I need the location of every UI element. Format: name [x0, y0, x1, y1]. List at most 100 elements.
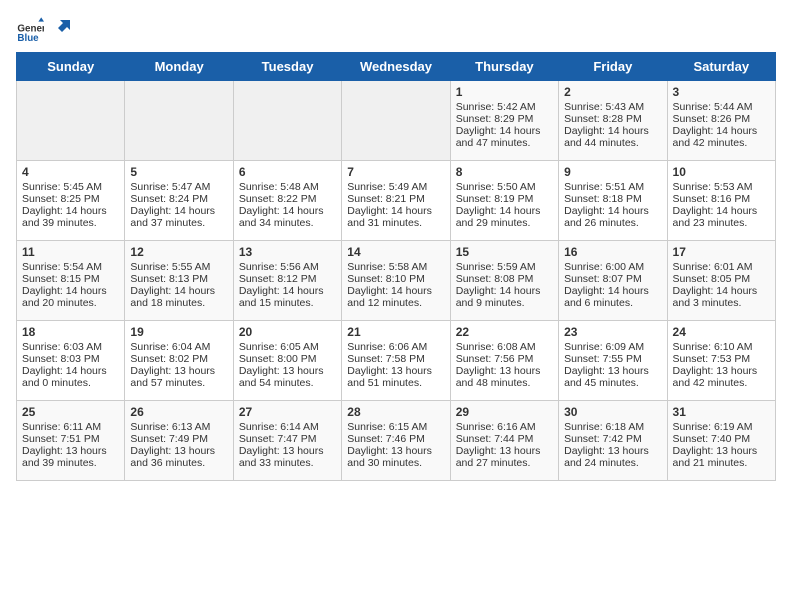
- cell-content: Daylight: 14 hours and 39 minutes.: [22, 205, 119, 229]
- day-number: 2: [564, 85, 661, 99]
- cell-content: Sunrise: 6:04 AM: [130, 341, 227, 353]
- calendar-cell: 12Sunrise: 5:55 AMSunset: 8:13 PMDayligh…: [125, 241, 233, 321]
- cell-content: Daylight: 14 hours and 0 minutes.: [22, 365, 119, 389]
- day-number: 9: [564, 165, 661, 179]
- cell-content: Sunrise: 6:14 AM: [239, 421, 336, 433]
- calendar-cell: 1 Sunrise: 5:42 AMSunset: 8:29 PMDaylight…: [450, 81, 558, 161]
- day-number: 17: [673, 245, 770, 259]
- cell-content: Daylight: 14 hours and 12 minutes.: [347, 285, 444, 309]
- cell-content: Sunrise: 5:54 AM: [22, 261, 119, 273]
- cell-content: Daylight: 14 hours and 44 minutes.: [564, 125, 661, 149]
- cell-content: Sunrise: 6:18 AM: [564, 421, 661, 433]
- cell-content: Sunset: 8:10 PM: [347, 273, 444, 285]
- calendar-cell: 18Sunrise: 6:03 AMSunset: 8:03 PMDayligh…: [17, 321, 125, 401]
- cell-content: Sunrise: 6:00 AM: [564, 261, 661, 273]
- cell-content: Sunset: 8:29 PM: [456, 113, 553, 125]
- day-number: 29: [456, 405, 553, 419]
- day-number: 19: [130, 325, 227, 339]
- cell-content: Daylight: 14 hours and 23 minutes.: [673, 205, 770, 229]
- cell-content: Sunrise: 6:05 AM: [239, 341, 336, 353]
- cell-content: Sunset: 8:28 PM: [564, 113, 661, 125]
- calendar-cell: 26Sunrise: 6:13 AMSunset: 7:49 PMDayligh…: [125, 401, 233, 481]
- cell-content: Sunset: 8:25 PM: [22, 193, 119, 205]
- cell-content: Daylight: 13 hours and 54 minutes.: [239, 365, 336, 389]
- calendar-cell: 6Sunrise: 5:48 AMSunset: 8:22 PMDaylight…: [233, 161, 341, 241]
- cell-content: Sunset: 7:56 PM: [456, 353, 553, 365]
- cell-content: Sunset: 8:18 PM: [564, 193, 661, 205]
- day-number: 7: [347, 165, 444, 179]
- header-day-sunday: Sunday: [17, 53, 125, 81]
- cell-content: Sunset: 8:15 PM: [22, 273, 119, 285]
- day-number: 26: [130, 405, 227, 419]
- calendar-cell: 13Sunrise: 5:56 AMSunset: 8:12 PMDayligh…: [233, 241, 341, 321]
- cell-content: Daylight: 13 hours and 42 minutes.: [673, 365, 770, 389]
- cell-content: Sunset: 8:12 PM: [239, 273, 336, 285]
- cell-content: Sunset: 8:22 PM: [239, 193, 336, 205]
- cell-content: Sunrise: 5:42 AM: [456, 101, 553, 113]
- cell-content: Sunrise: 5:50 AM: [456, 181, 553, 193]
- calendar-cell: 22Sunrise: 6:08 AMSunset: 7:56 PMDayligh…: [450, 321, 558, 401]
- cell-content: Sunrise: 6:13 AM: [130, 421, 227, 433]
- day-number: 24: [673, 325, 770, 339]
- calendar-cell: 10Sunrise: 5:53 AMSunset: 8:16 PMDayligh…: [667, 161, 775, 241]
- header-day-wednesday: Wednesday: [342, 53, 450, 81]
- calendar-cell: 5Sunrise: 5:47 AMSunset: 8:24 PMDaylight…: [125, 161, 233, 241]
- cell-content: Sunrise: 5:48 AM: [239, 181, 336, 193]
- cell-content: Daylight: 14 hours and 31 minutes.: [347, 205, 444, 229]
- day-number: 31: [673, 405, 770, 419]
- cell-content: Sunrise: 6:19 AM: [673, 421, 770, 433]
- day-number: 12: [130, 245, 227, 259]
- day-number: 11: [22, 245, 119, 259]
- header: General Blue: [16, 16, 776, 44]
- day-number: 1: [456, 85, 553, 99]
- week-row-2: 4Sunrise: 5:45 AMSunset: 8:25 PMDaylight…: [17, 161, 776, 241]
- cell-content: Daylight: 13 hours and 57 minutes.: [130, 365, 227, 389]
- cell-content: Sunset: 8:24 PM: [130, 193, 227, 205]
- cell-content: Sunset: 7:49 PM: [130, 433, 227, 445]
- calendar-cell: 28Sunrise: 6:15 AMSunset: 7:46 PMDayligh…: [342, 401, 450, 481]
- cell-content: Sunset: 7:58 PM: [347, 353, 444, 365]
- cell-content: Sunrise: 5:47 AM: [130, 181, 227, 193]
- calendar-cell: 3Sunrise: 5:44 AMSunset: 8:26 PMDaylight…: [667, 81, 775, 161]
- cell-content: Sunset: 8:00 PM: [239, 353, 336, 365]
- calendar-cell: 25Sunrise: 6:11 AMSunset: 7:51 PMDayligh…: [17, 401, 125, 481]
- day-number: 28: [347, 405, 444, 419]
- calendar-cell: [17, 81, 125, 161]
- calendar-cell: 15Sunrise: 5:59 AMSunset: 8:08 PMDayligh…: [450, 241, 558, 321]
- calendar-cell: 27Sunrise: 6:14 AMSunset: 7:47 PMDayligh…: [233, 401, 341, 481]
- calendar-cell: 23Sunrise: 6:09 AMSunset: 7:55 PMDayligh…: [559, 321, 667, 401]
- day-number: 5: [130, 165, 227, 179]
- calendar-cell: 17Sunrise: 6:01 AMSunset: 8:05 PMDayligh…: [667, 241, 775, 321]
- cell-content: Sunset: 8:05 PM: [673, 273, 770, 285]
- cell-content: Daylight: 13 hours and 30 minutes.: [347, 445, 444, 469]
- cell-content: Sunrise: 6:09 AM: [564, 341, 661, 353]
- cell-content: Daylight: 14 hours and 29 minutes.: [456, 205, 553, 229]
- week-row-4: 18Sunrise: 6:03 AMSunset: 8:03 PMDayligh…: [17, 321, 776, 401]
- cell-content: Daylight: 13 hours and 21 minutes.: [673, 445, 770, 469]
- day-number: 18: [22, 325, 119, 339]
- cell-content: Daylight: 13 hours and 33 minutes.: [239, 445, 336, 469]
- header-day-monday: Monday: [125, 53, 233, 81]
- calendar-cell: 30Sunrise: 6:18 AMSunset: 7:42 PMDayligh…: [559, 401, 667, 481]
- cell-content: Sunset: 8:07 PM: [564, 273, 661, 285]
- cell-content: Sunrise: 6:03 AM: [22, 341, 119, 353]
- cell-content: Daylight: 14 hours and 47 minutes.: [456, 125, 553, 149]
- calendar-cell: 21Sunrise: 6:06 AMSunset: 7:58 PMDayligh…: [342, 321, 450, 401]
- cell-content: Daylight: 14 hours and 15 minutes.: [239, 285, 336, 309]
- week-row-3: 11 Sunrise: 5:54 AMSunset: 8:15 PM Dayligh…: [17, 241, 776, 321]
- calendar-cell: [342, 81, 450, 161]
- calendar-cell: 29Sunrise: 6:16 AMSunset: 7:44 PMDayligh…: [450, 401, 558, 481]
- cell-content: Sunrise: 6:15 AM: [347, 421, 444, 433]
- day-number: 22: [456, 325, 553, 339]
- cell-content: Daylight: 13 hours and 24 minutes.: [564, 445, 661, 469]
- cell-content: Sunset: 7:51 PM: [22, 433, 119, 445]
- cell-content: Daylight: 14 hours and 9 minutes.: [456, 285, 553, 309]
- header-day-friday: Friday: [559, 53, 667, 81]
- day-number: 30: [564, 405, 661, 419]
- calendar-cell: 7Sunrise: 5:49 AMSunset: 8:21 PMDaylight…: [342, 161, 450, 241]
- cell-content: Sunrise: 5:59 AM: [456, 261, 553, 273]
- day-number: 16: [564, 245, 661, 259]
- cell-content: Sunset: 8:02 PM: [130, 353, 227, 365]
- day-number: 6: [239, 165, 336, 179]
- calendar-cell: 16Sunrise: 6:00 AMSunset: 8:07 PMDayligh…: [559, 241, 667, 321]
